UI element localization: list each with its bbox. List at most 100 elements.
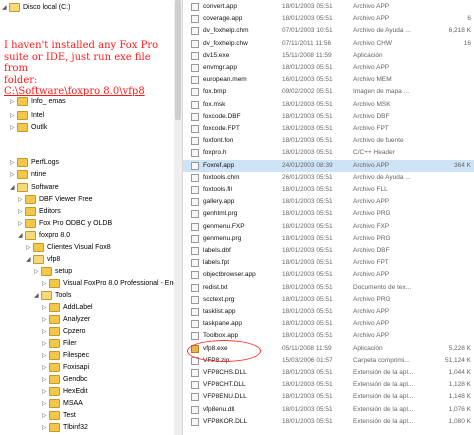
- file-row[interactable]: tasklist.app 18/01/2003 05:51 Archivo APP: [183, 306, 474, 318]
- file-row[interactable]: foxpro.h 18/01/2003 05:51 C/C++ Header: [183, 147, 474, 159]
- collapsed-arrow-icon[interactable]: ▷: [18, 218, 25, 230]
- file-row[interactable]: objectbrowser.app 18/01/2003 05:51 Archivo…: [183, 269, 474, 281]
- file-row[interactable]: foxtools.fll 18/01/2003 05:51 Archivo FLL: [183, 184, 474, 196]
- tree-item[interactable]: ◢ vfp8: [26, 254, 60, 266]
- tree-item[interactable]: ▷ Editors: [18, 206, 61, 218]
- tree-item[interactable]: ▷ setup: [34, 266, 72, 278]
- tree-item[interactable]: ▷ Info_ emas: [10, 96, 66, 108]
- file-row[interactable]: labels.fpt 18/01/2003 05:51 Archivo FPT: [183, 257, 474, 269]
- tree-item[interactable]: ▷ Gendbc: [42, 374, 88, 386]
- tree-item[interactable]: ▷ Tlbinf32: [42, 422, 88, 434]
- file-row[interactable]: scctext.prg 18/01/2003 05:51 Archivo PRG: [183, 294, 474, 306]
- file-row[interactable]: fox.bmp 09/02/2002 05:51 Imagen de mapa ..…: [183, 86, 474, 98]
- tree-item[interactable]: ▷ PerfLogs: [10, 157, 59, 169]
- file-row[interactable]: envmgr.app 18/01/2003 05:51 Archivo APP: [183, 62, 474, 74]
- file-row[interactable]: genmenu.prg 18/01/2003 05:51 Archivo PRG: [183, 233, 474, 245]
- tree-item[interactable]: ▷ HexEdit: [42, 386, 88, 398]
- tree-item[interactable]: ▷ Foxisapi: [42, 362, 89, 374]
- collapsed-arrow-icon[interactable]: ▷: [10, 110, 17, 122]
- file-type: Archivo MSK: [353, 100, 391, 108]
- expanded-arrow-icon[interactable]: ◢: [2, 2, 9, 14]
- collapsed-arrow-icon[interactable]: ▷: [10, 122, 17, 134]
- file-icon: [191, 137, 199, 146]
- file-row[interactable]: european.mem 16/01/2003 05:51 Archivo MEM: [183, 74, 474, 86]
- tree-item[interactable]: ▷ AddLabel: [42, 302, 93, 314]
- file-row[interactable]: genmenu.FXP 18/01/2003 05:51 Archivo FXP: [183, 221, 474, 233]
- tree-item[interactable]: ▷ Outlk: [10, 122, 47, 134]
- file-name: dv_foxhelp.chw: [203, 39, 248, 47]
- tree-item[interactable]: ◢ Software: [10, 182, 59, 194]
- file-row[interactable]: labels.dbf 18/01/2003 05:51 Archivo DBF: [183, 245, 474, 257]
- collapsed-arrow-icon[interactable]: ▷: [42, 410, 49, 422]
- expanded-arrow-icon[interactable]: ◢: [10, 182, 17, 194]
- collapsed-arrow-icon[interactable]: ▷: [42, 326, 49, 338]
- collapsed-arrow-icon[interactable]: ▷: [42, 386, 49, 398]
- file-row[interactable]: convert.app 18/01/2003 05:51 Archivo APP: [183, 1, 474, 13]
- tree-item[interactable]: ▷ Clientes Visual Fox8: [26, 242, 111, 254]
- file-date: 18/01/2003 05:51: [282, 112, 333, 120]
- collapsed-arrow-icon[interactable]: ▷: [42, 374, 49, 386]
- file-icon: [191, 27, 199, 36]
- collapsed-arrow-icon[interactable]: ▷: [42, 350, 49, 362]
- collapsed-arrow-icon[interactable]: ▷: [42, 422, 49, 434]
- tree-item[interactable]: ◢ Disco local (C:): [2, 2, 70, 14]
- file-row[interactable]: VFP8KOR.DLL 18/01/2003 05:51 Extensión de …: [183, 416, 474, 428]
- tree-scrollbar[interactable]: [174, 0, 182, 435]
- collapsed-arrow-icon[interactable]: ▷: [42, 314, 49, 326]
- tree-item[interactable]: ▷ MSAA: [42, 398, 83, 410]
- tree-item[interactable]: ◢ Tools: [34, 290, 71, 302]
- tree-item[interactable]: ▷ Visual FoxPro 8.0 Professional - Englis…: [42, 278, 182, 290]
- tree-item[interactable]: ▷ ntine: [10, 169, 46, 181]
- file-row[interactable]: dv_foxhelp.chw 07/11/2011 11:56 Archivo CH…: [183, 38, 474, 50]
- file-type: Archivo de fuente: [353, 137, 404, 145]
- file-row[interactable]: coverage.app 18/01/2003 05:51 Archivo APP 6: [183, 13, 474, 25]
- expanded-arrow-icon[interactable]: ◢: [18, 230, 25, 242]
- collapsed-arrow-icon[interactable]: ▷: [26, 242, 33, 254]
- file-date: 18/01/2003 05:51: [282, 283, 333, 291]
- file-row[interactable]: VFP8ENU.DLL 18/01/2003 05:51 Extensión de …: [183, 391, 474, 403]
- file-row[interactable]: dv_foxhelp.chm 07/01/2003 10:51 Archivo de…: [183, 25, 474, 37]
- file-row[interactable]: VFP8CHS.DLL 18/01/2003 05:51 Extensión de …: [183, 367, 474, 379]
- tree-item[interactable]: ▷ Filer: [42, 338, 77, 350]
- file-row[interactable]: foxcode.DBF 18/01/2003 05:51 Archivo DBF: [183, 111, 474, 123]
- tree-item[interactable]: ◢ foxpro 8.0: [18, 230, 70, 242]
- file-row[interactable]: dv15.exe 15/11/2008 11:59 Aplicación: [183, 50, 474, 62]
- file-row[interactable]: taskpane.app 18/01/2003 05:51 Archivo APP: [183, 318, 474, 330]
- tree-item[interactable]: ▷ Cpzero: [42, 326, 86, 338]
- file-row[interactable]: foxcode.FPT 18/01/2003 05:51 Archivo FPT: [183, 123, 474, 135]
- tree-item[interactable]: ▷ Filespec: [42, 350, 89, 362]
- file-row[interactable]: vfp8enu.dll 18/01/2003 05:51 Extensión de …: [183, 404, 474, 416]
- file-row[interactable]: redist.txt 18/01/2003 05:51 Documento de t…: [183, 282, 474, 294]
- collapsed-arrow-icon[interactable]: ▷: [18, 206, 25, 218]
- file-name: labels.dbf: [203, 247, 231, 254]
- collapsed-arrow-icon[interactable]: ▷: [10, 96, 17, 108]
- scrollbar-thumb[interactable]: [175, 0, 181, 120]
- collapsed-arrow-icon[interactable]: ▷: [42, 398, 49, 410]
- collapsed-arrow-icon[interactable]: ▷: [10, 157, 17, 169]
- expanded-arrow-icon[interactable]: ◢: [34, 290, 41, 302]
- file-row[interactable]: fox.msk 18/01/2003 05:51 Archivo MSK: [183, 99, 474, 111]
- file-date: 18/01/2003 05:51: [282, 15, 333, 23]
- collapsed-arrow-icon[interactable]: ▷: [34, 266, 41, 278]
- collapsed-arrow-icon[interactable]: ▷: [18, 194, 25, 206]
- tree-item[interactable]: ▷ Intel: [10, 110, 44, 122]
- file-list-pane: convert.app 18/01/2003 05:51 Archivo APP co…: [183, 0, 474, 435]
- file-row[interactable]: Foxref.app 24/01/2003 08:39 Archivo APP 364…: [183, 159, 474, 172]
- file-row[interactable]: foxfont.fon 18/01/2003 05:51 Archivo de fu…: [183, 135, 474, 147]
- file-row[interactable]: genhtml.prg 18/01/2003 05:51 Archivo PRG: [183, 208, 474, 220]
- tree-item[interactable]: ▷ Test: [42, 410, 76, 422]
- collapsed-arrow-icon[interactable]: ▷: [42, 278, 49, 290]
- collapsed-arrow-icon[interactable]: ▷: [42, 338, 49, 350]
- folder-icon: [41, 290, 52, 300]
- file-name: envmgr.app: [203, 64, 237, 71]
- file-row[interactable]: foxtools.chm 26/01/2003 05:51 Archivo de A…: [183, 172, 474, 184]
- collapsed-arrow-icon[interactable]: ▷: [42, 362, 49, 374]
- tree-item[interactable]: ▷ Fox Pro ODBC y OLDB: [18, 218, 112, 230]
- collapsed-arrow-icon[interactable]: ▷: [42, 302, 49, 314]
- expanded-arrow-icon[interactable]: ◢: [26, 254, 33, 266]
- collapsed-arrow-icon[interactable]: ▷: [10, 169, 17, 181]
- tree-item[interactable]: ▷ DBF Viewer Free: [18, 194, 93, 206]
- file-row[interactable]: VFP8CHT.DLL 18/01/2003 05:51 Extensión de …: [183, 379, 474, 391]
- file-row[interactable]: gallery.app 18/01/2003 05:51 Archivo APP: [183, 196, 474, 208]
- tree-item[interactable]: ▷ Analyzer: [42, 314, 90, 326]
